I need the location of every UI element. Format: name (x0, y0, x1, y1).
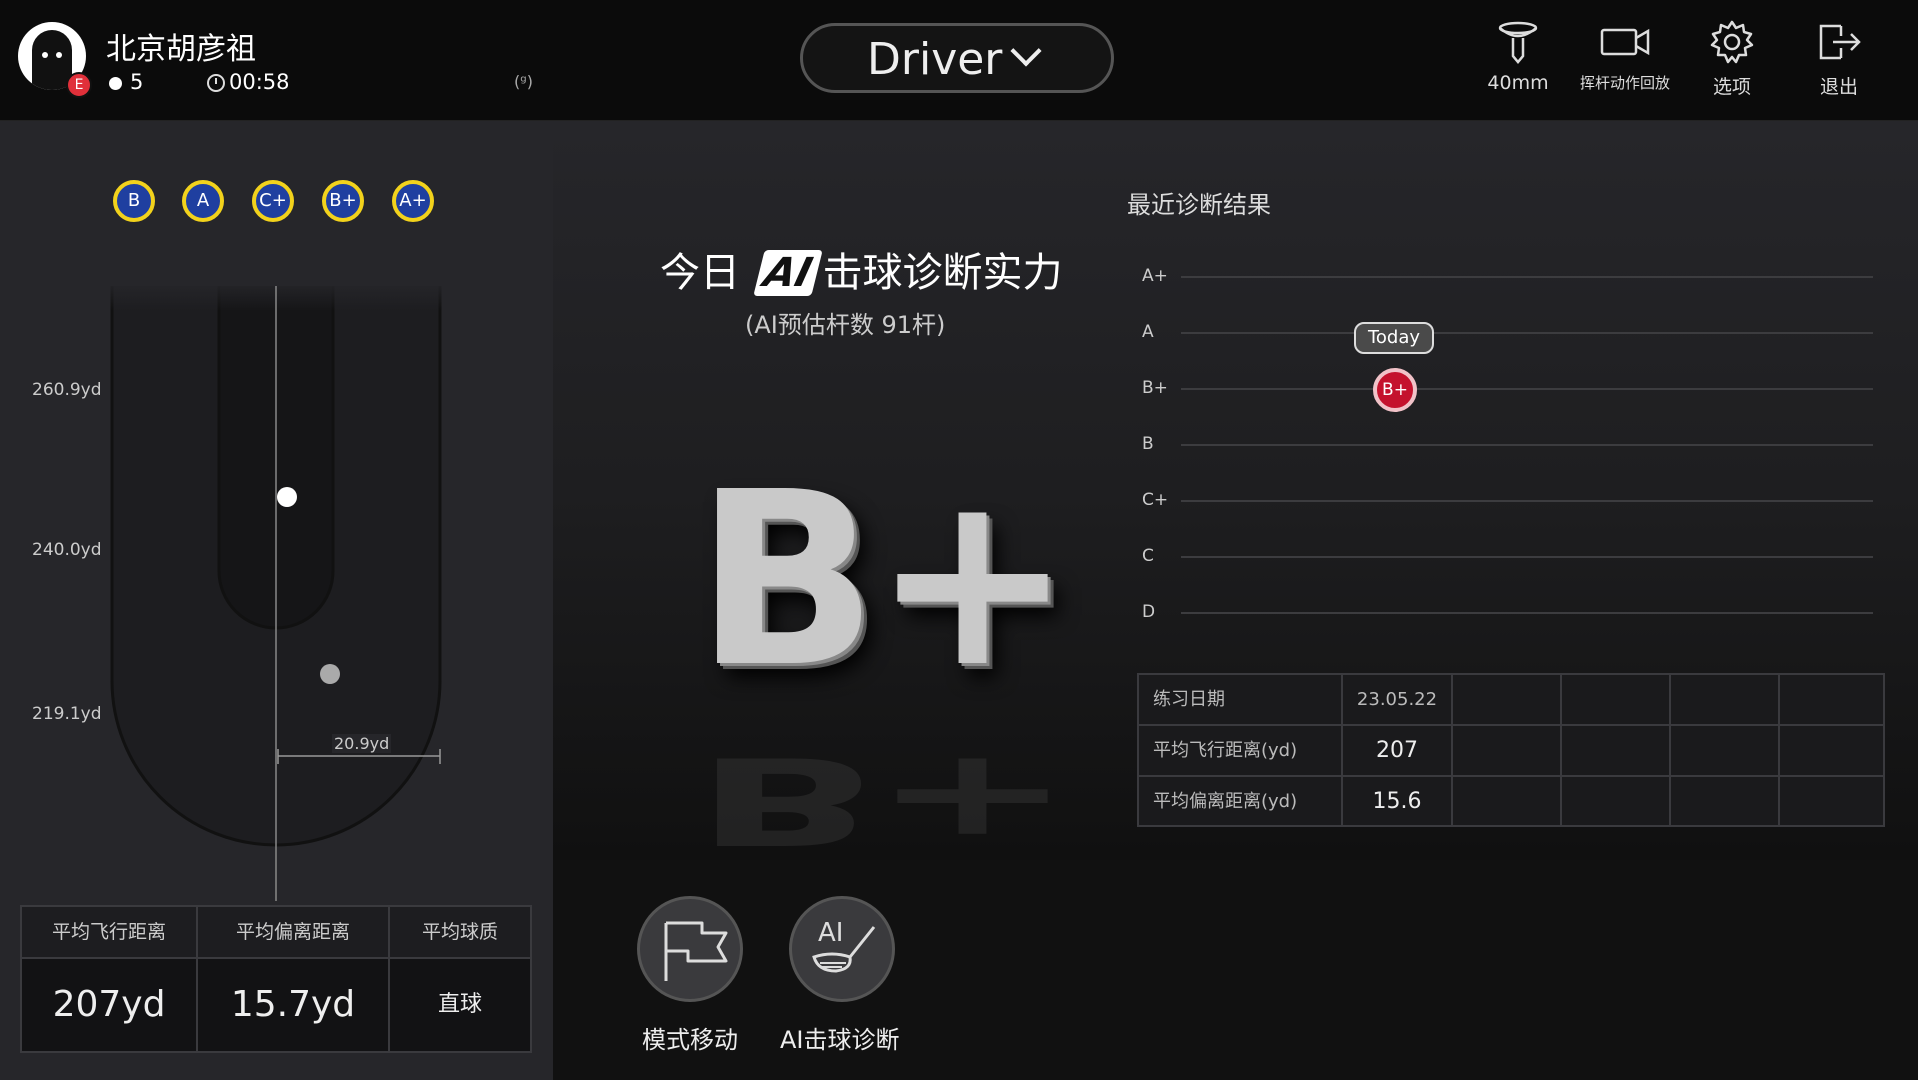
ai-logo: AI (752, 250, 823, 296)
avg-offset: 15.6 (1372, 789, 1422, 814)
tee-height-label: 40mm (1487, 72, 1549, 94)
stats-table: 平均飞行距离 平均偏离距离 平均球质 207yd 15.7yd 直球 (20, 905, 532, 1053)
grade-level-label: B (1142, 434, 1154, 454)
row-label: 练习日期 (1153, 689, 1225, 710)
shot-dispersion-panel: B A C+ B+ A+ 260.9yd 240.0yd 219.1yd 20.… (0, 121, 553, 1080)
grade-level-label: C (1142, 546, 1154, 566)
exit-button[interactable]: 退出 (1784, 20, 1894, 110)
practice-date: 23.05.22 (1356, 689, 1438, 710)
video-icon (1600, 28, 1650, 56)
recent-results-title: 最近诊断结果 (1127, 191, 1271, 219)
mode-move-button[interactable] (637, 896, 743, 1002)
mode-move-label: 模式移动 (642, 1026, 738, 1054)
flag-icon (664, 921, 728, 981)
avg-offset-value: 15.7yd (230, 984, 356, 1025)
session-time: 00:58 (229, 70, 290, 94)
grade-level-label: A+ (1142, 266, 1168, 286)
shot-point (277, 487, 297, 507)
row-label: 平均偏离距离(yd) (1153, 791, 1298, 812)
club-label: Driver (867, 34, 1003, 85)
swing-replay-label: 挥杆动作回放 (1579, 74, 1670, 92)
avg-ball-quality-value: 直球 (437, 992, 482, 1017)
grade-level-label: C+ (1142, 490, 1169, 510)
results-table: 练习日期 平均飞行距离(yd) 平均偏离距离(yd) 23.05.22 207 … (1137, 673, 1885, 827)
stat-header: 平均球质 (390, 907, 530, 957)
grade-level-label: D (1142, 602, 1156, 622)
ball-icon (109, 77, 122, 90)
offset-label: 20.9yd (332, 734, 392, 753)
ai-diagnosis-button[interactable]: AI (789, 896, 895, 1002)
today-tooltip: Today (1354, 322, 1434, 354)
tee-height-button[interactable]: 40mm (1463, 20, 1573, 110)
options-button[interactable]: 选项 (1677, 20, 1787, 110)
top-bar: E 北京胡彦祖 5 00:58 (ᵍ) Driver 40mm 挥杆动作回放 选… (0, 0, 1918, 121)
bottom-bar (553, 860, 1918, 1080)
club-selector[interactable]: Driver (800, 23, 1114, 93)
shot-point (320, 664, 340, 684)
ai-club-icon: AI (812, 918, 876, 973)
chevron-down-icon (1010, 35, 1042, 67)
diagnosis-grade: B+ (695, 440, 1073, 720)
stat-header: 平均飞行距离 (22, 907, 196, 957)
avg-carry: 207 (1376, 738, 1418, 763)
options-label: 选项 (1712, 76, 1751, 98)
exit-label: 退出 (1819, 76, 1858, 98)
exit-icon (1819, 24, 1861, 60)
swing-replay-button[interactable]: 挥杆动作回放 (1570, 20, 1680, 110)
avg-carry-value: 207yd (52, 984, 166, 1025)
tee-icon (1498, 21, 1538, 64)
estimated-strokes: (AI预估杆数 91杆) (745, 311, 946, 339)
row-label: 平均飞行距离(yd) (1153, 740, 1298, 761)
signal-icon: (ᵍ) (514, 72, 533, 91)
grade-point[interactable]: B+ (1373, 368, 1417, 412)
grade-level-label: B+ (1142, 378, 1168, 398)
distance-label: 240.0yd (32, 540, 102, 560)
gear-icon (1710, 20, 1754, 64)
stat-header: 平均偏离距离 (198, 907, 388, 957)
shot-count: 5 (130, 70, 144, 94)
distance-label: 260.9yd (32, 380, 102, 400)
grade-level-label: A (1142, 322, 1154, 342)
level-badge: E (66, 72, 92, 98)
title-today: 今日 (660, 250, 740, 296)
diagnosis-title: 今日 AI 击球诊断实力 (660, 240, 1063, 298)
distance-label: 219.1yd (32, 704, 102, 724)
title-rest: 击球诊断实力 (822, 250, 1063, 296)
grade-reflection: B+ (695, 730, 1068, 870)
dispersion-chart (100, 281, 450, 901)
user-name: 北京胡彦祖 (106, 32, 256, 67)
ai-icon-text: AI (818, 918, 843, 948)
clock-icon (207, 74, 225, 92)
ai-diagnosis-label: AI击球诊断 (780, 1026, 900, 1054)
